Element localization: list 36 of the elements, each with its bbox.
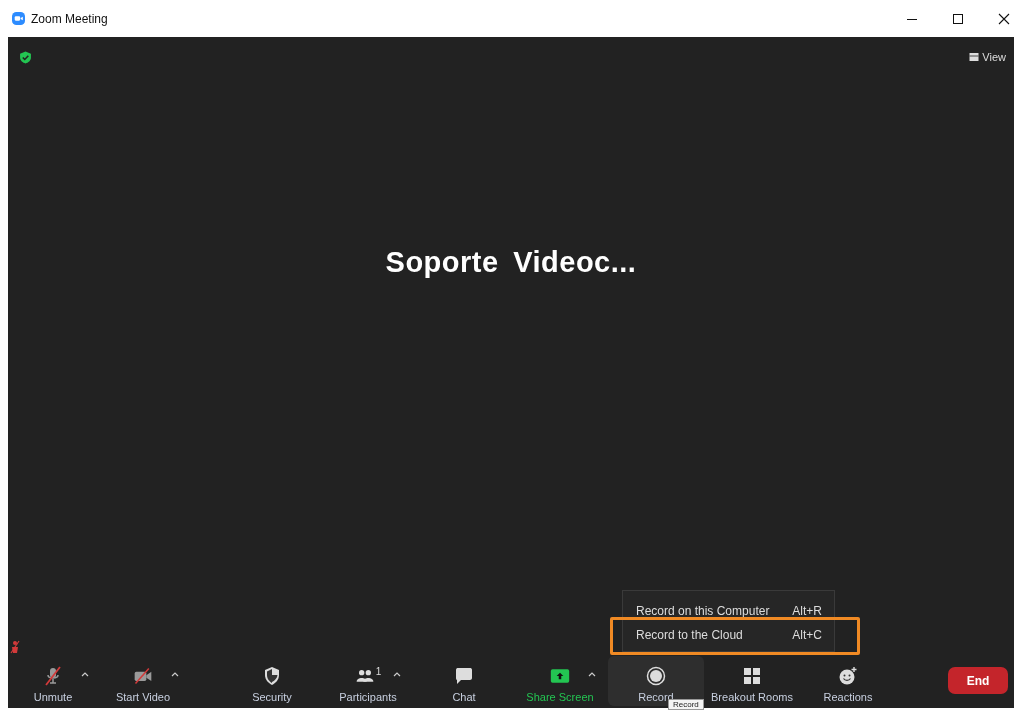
caret-icon[interactable] [588,671,596,677]
meeting-name: Soporte Videoc... [385,246,637,279]
menu-item[interactable]: Record to the Cloud Alt+C [623,623,834,647]
toolbar-button[interactable]: Chat [416,656,512,706]
menu-item[interactable]: Record on this Computer Alt+R [623,599,834,623]
toolbar-button[interactable]: 1 Participants [320,656,416,706]
close-icon[interactable] [998,12,1010,25]
shield-icon [262,666,282,686]
grid-icon [742,666,762,686]
toolbar-button[interactable]: Share Screen [512,656,608,706]
view-button[interactable]: View [969,51,1006,63]
toolbar-button[interactable]: Start Video [98,656,188,706]
caret-icon[interactable] [392,671,401,677]
speech-bubble-icon [454,666,474,686]
menu-item-label: Record to the Cloud [636,628,744,642]
record-icon [646,666,666,686]
window-title: Zoom Meeting [31,11,108,26]
toolbar-button[interactable]: Reactions [800,656,896,706]
end-button[interactable]: End [948,667,1008,694]
view-grid-icon [969,52,980,62]
share-screen-icon [550,666,570,686]
smiley-plus-icon [838,666,858,686]
menu-item-label: Record on this Computer [636,604,771,618]
shield-check-icon[interactable] [19,50,32,64]
camera-logo-icon [12,12,25,25]
caret-icon[interactable] [81,671,89,677]
toolbar-button[interactable]: Breakout Rooms [704,656,800,706]
caret-icon[interactable] [171,671,179,677]
shortcut-text: Alt+C [792,628,822,642]
shortcut-text: Alt+R [792,604,822,618]
muted-person-icon [10,640,20,654]
tooltip: Record [668,699,704,710]
toolbar-button[interactable]: Security [224,656,320,706]
participant-count: 1 [375,666,382,677]
maximize-icon[interactable] [952,12,964,25]
toolbar-button[interactable]: Unmute [8,656,98,706]
